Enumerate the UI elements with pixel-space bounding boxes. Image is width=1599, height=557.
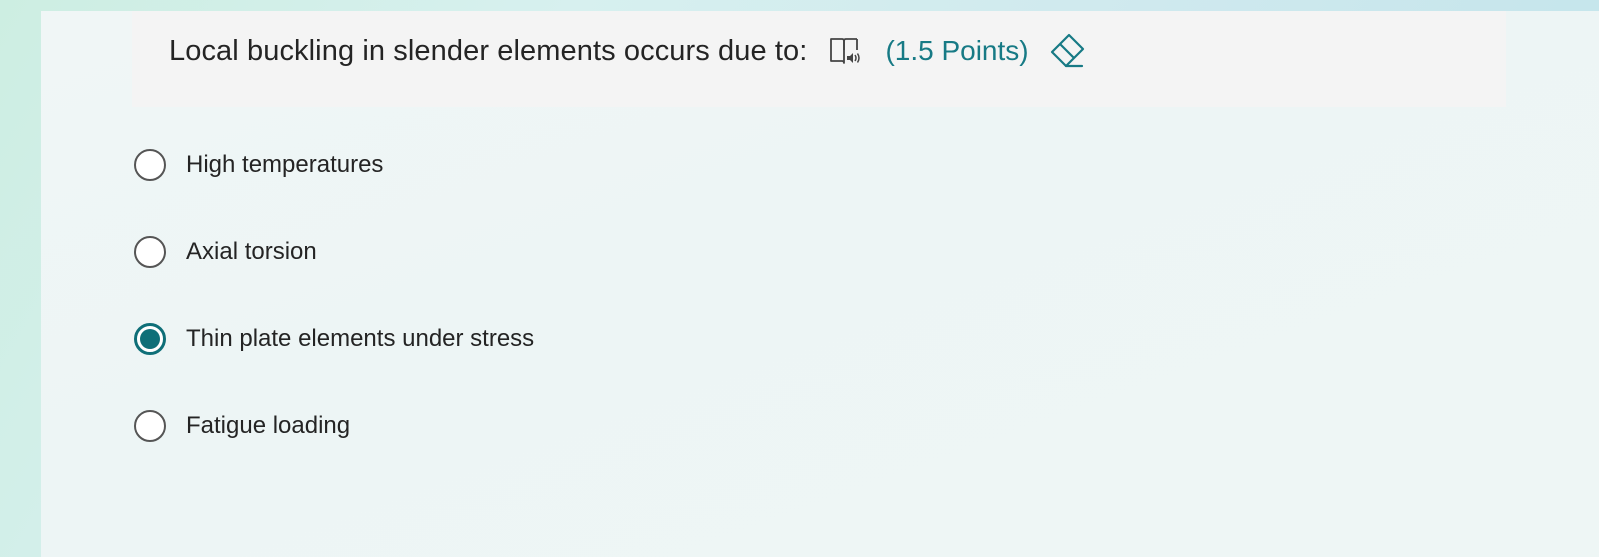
question-title: Local buckling in slender elements occur… [169, 34, 808, 67]
points-label: (1.5 Points) [885, 35, 1029, 66]
option-axial-torsion[interactable]: Axial torsion [134, 218, 534, 286]
option-high-temperatures[interactable]: High temperatures [134, 131, 534, 199]
option-thin-plate-elements[interactable]: Thin plate elements under stress [134, 305, 534, 373]
immersive-reader-icon [830, 38, 861, 64]
radio-button[interactable] [134, 410, 166, 442]
option-label: Thin plate elements under stress [186, 325, 535, 352]
question-header: Local buckling in slender elements occur… [132, 11, 1506, 107]
radio-button[interactable] [134, 149, 166, 181]
radio-button[interactable] [134, 236, 166, 268]
question-card: Local buckling in slender elements occur… [41, 11, 1599, 557]
option-label: High temperatures [186, 151, 384, 178]
immersive-reader-button[interactable] [827, 33, 863, 69]
option-fatigue-loading[interactable]: Fatigue loading [134, 392, 534, 460]
clear-answer-button[interactable] [1047, 31, 1087, 71]
radio-button-selected[interactable] [134, 323, 166, 355]
eraser-icon [1050, 33, 1084, 68]
option-label: Axial torsion [186, 238, 317, 265]
option-label: Fatigue loading [186, 412, 351, 439]
answer-options: High temperatures Axial torsion Thin pla… [134, 131, 534, 479]
